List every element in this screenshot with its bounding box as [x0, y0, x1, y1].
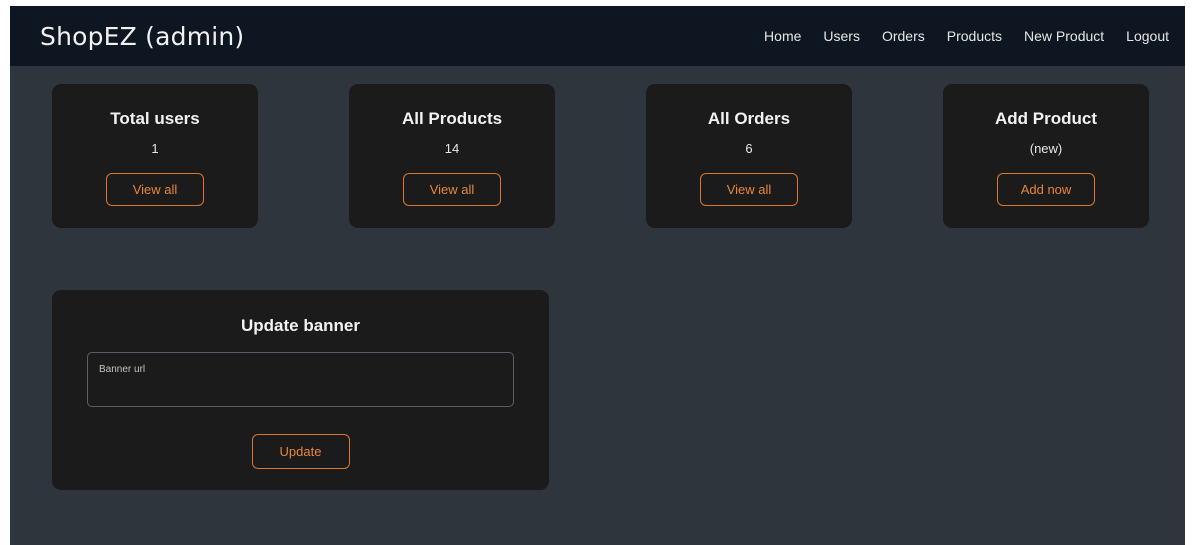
card-value: 1: [151, 141, 159, 156]
banner-url-label: Banner url: [99, 364, 146, 375]
card-title: Add Product: [995, 109, 1097, 128]
update-banner-card: Update banner Banner url Update: [52, 290, 549, 490]
card-title: All Products: [401, 109, 503, 128]
nav-links: Home Users Orders Products New Product L…: [742, 28, 1169, 44]
update-banner-button[interactable]: Update: [251, 434, 350, 469]
nav-link-home[interactable]: Home: [764, 28, 801, 44]
nav-link-orders[interactable]: Orders: [882, 28, 925, 44]
all-orders-card: All Orders 6 View all: [646, 84, 852, 228]
admin-dashboard: ShopEZ (admin) Home Users Orders Product…: [10, 6, 1185, 545]
banner-title: Update banner: [240, 316, 361, 335]
add-product-card: Add Product (new) Add now: [943, 84, 1149, 228]
view-all-products-button[interactable]: View all: [403, 173, 501, 206]
banner-url-input[interactable]: [98, 379, 503, 401]
nav-link-products[interactable]: Products: [947, 28, 1002, 44]
card-value: 6: [745, 141, 753, 156]
nav-link-new-product[interactable]: New Product: [1024, 28, 1104, 44]
navbar: ShopEZ (admin) Home Users Orders Product…: [10, 6, 1185, 66]
view-all-users-button[interactable]: View all: [106, 173, 204, 206]
all-products-card: All Products 14 View all: [349, 84, 555, 228]
card-value: 14: [444, 141, 460, 156]
view-all-orders-button[interactable]: View all: [700, 173, 798, 206]
banner-url-field-wrapper[interactable]: Banner url: [87, 352, 514, 407]
card-title: All Orders: [707, 109, 791, 128]
brand-logo[interactable]: ShopEZ (admin): [40, 22, 244, 51]
nav-link-users[interactable]: Users: [823, 28, 860, 44]
card-title: Total users: [110, 109, 200, 128]
add-now-button[interactable]: Add now: [997, 173, 1095, 206]
card-value: (new): [1029, 141, 1063, 156]
total-users-card: Total users 1 View all: [52, 84, 258, 228]
nav-link-logout[interactable]: Logout: [1126, 28, 1169, 44]
